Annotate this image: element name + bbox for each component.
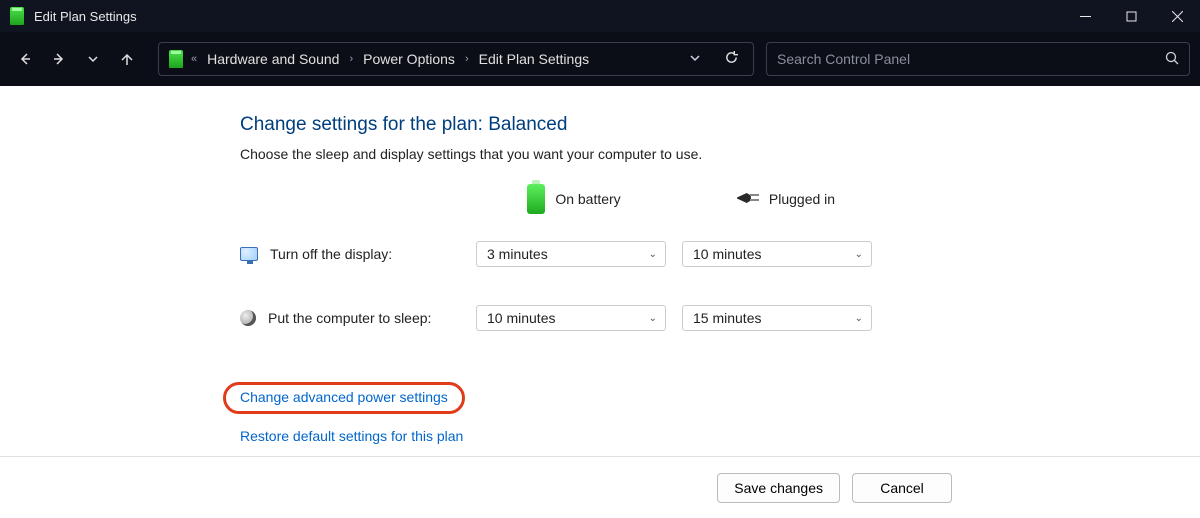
annotation-highlight: Change advanced power settings [223,382,465,414]
plug-icon [725,191,759,207]
minimize-button[interactable] [1062,0,1108,32]
address-dropdown-button[interactable] [682,53,708,66]
row-put-to-sleep: Put the computer to sleep: [240,300,466,336]
cancel-button[interactable]: Cancel [852,473,952,503]
row-display-label: Turn off the display: [270,246,392,262]
close-button[interactable] [1154,0,1200,32]
column-plugged-in-label: Plugged in [769,191,835,207]
chevron-down-icon: ⌄ [649,313,657,324]
forward-button[interactable] [44,44,74,74]
breadcrumb-hardware-and-sound[interactable]: Hardware and Sound [207,51,339,67]
content-area: Change settings for the plan: Balanced C… [0,86,1200,456]
recent-locations-button[interactable] [78,44,108,74]
page-subheading: Choose the sleep and display settings th… [240,146,1200,162]
select-display-battery[interactable]: 3 minutes ⌄ [476,241,666,267]
column-plugged-in: Plugged in [682,191,878,225]
back-button[interactable] [10,44,40,74]
chevron-right-icon: › [465,53,469,65]
settings-grid: On battery Plugged in Turn off the displ… [240,184,1200,336]
address-bar[interactable]: « Hardware and Sound › Power Options › E… [158,42,754,76]
maximize-button[interactable] [1108,0,1154,32]
moon-icon [240,310,256,326]
breadcrumb-edit-plan-settings[interactable]: Edit Plan Settings [479,51,590,67]
display-icon [240,247,258,261]
select-display-battery-value: 3 minutes [487,246,548,262]
select-sleep-battery[interactable]: 10 minutes ⌄ [476,305,666,331]
footer: Save changes Cancel [0,456,1200,518]
links-section: Change advanced power settings Restore d… [240,382,1200,462]
chevron-down-icon: ⌄ [649,249,657,260]
power-plan-icon [10,7,24,25]
row-sleep-label: Put the computer to sleep: [268,310,431,326]
column-on-battery: On battery [476,184,672,232]
page-heading: Change settings for the plan: Balanced [240,114,1200,136]
address-icon [169,50,183,68]
refresh-button[interactable] [716,50,747,69]
window-controls [1062,0,1200,32]
titlebar: Edit Plan Settings [0,0,1200,32]
select-sleep-plugged-value: 15 minutes [693,310,761,326]
search-icon[interactable] [1165,51,1179,68]
select-sleep-battery-value: 10 minutes [487,310,555,326]
column-on-battery-label: On battery [555,191,620,207]
select-sleep-plugged[interactable]: 15 minutes ⌄ [682,305,872,331]
chevron-down-icon: ⌄ [855,313,863,324]
chevron-down-icon: ⌄ [855,249,863,260]
breadcrumb-power-options[interactable]: Power Options [363,51,455,67]
save-changes-button[interactable]: Save changes [717,473,840,503]
search-box[interactable] [766,42,1190,76]
navbar: « Hardware and Sound › Power Options › E… [0,32,1200,86]
link-change-advanced[interactable]: Change advanced power settings [240,389,448,405]
search-input[interactable] [777,51,1157,67]
breadcrumbs: « Hardware and Sound › Power Options › E… [191,51,674,67]
select-display-plugged-value: 10 minutes [693,246,761,262]
select-display-plugged[interactable]: 10 minutes ⌄ [682,241,872,267]
row-turn-off-display: Turn off the display: [240,236,466,272]
battery-icon [527,184,545,214]
breadcrumb-ellipsis[interactable]: « [191,53,197,65]
up-button[interactable] [112,44,142,74]
chevron-right-icon: › [349,53,353,65]
link-restore-defaults[interactable]: Restore default settings for this plan [240,428,463,444]
window-title: Edit Plan Settings [34,9,1062,24]
